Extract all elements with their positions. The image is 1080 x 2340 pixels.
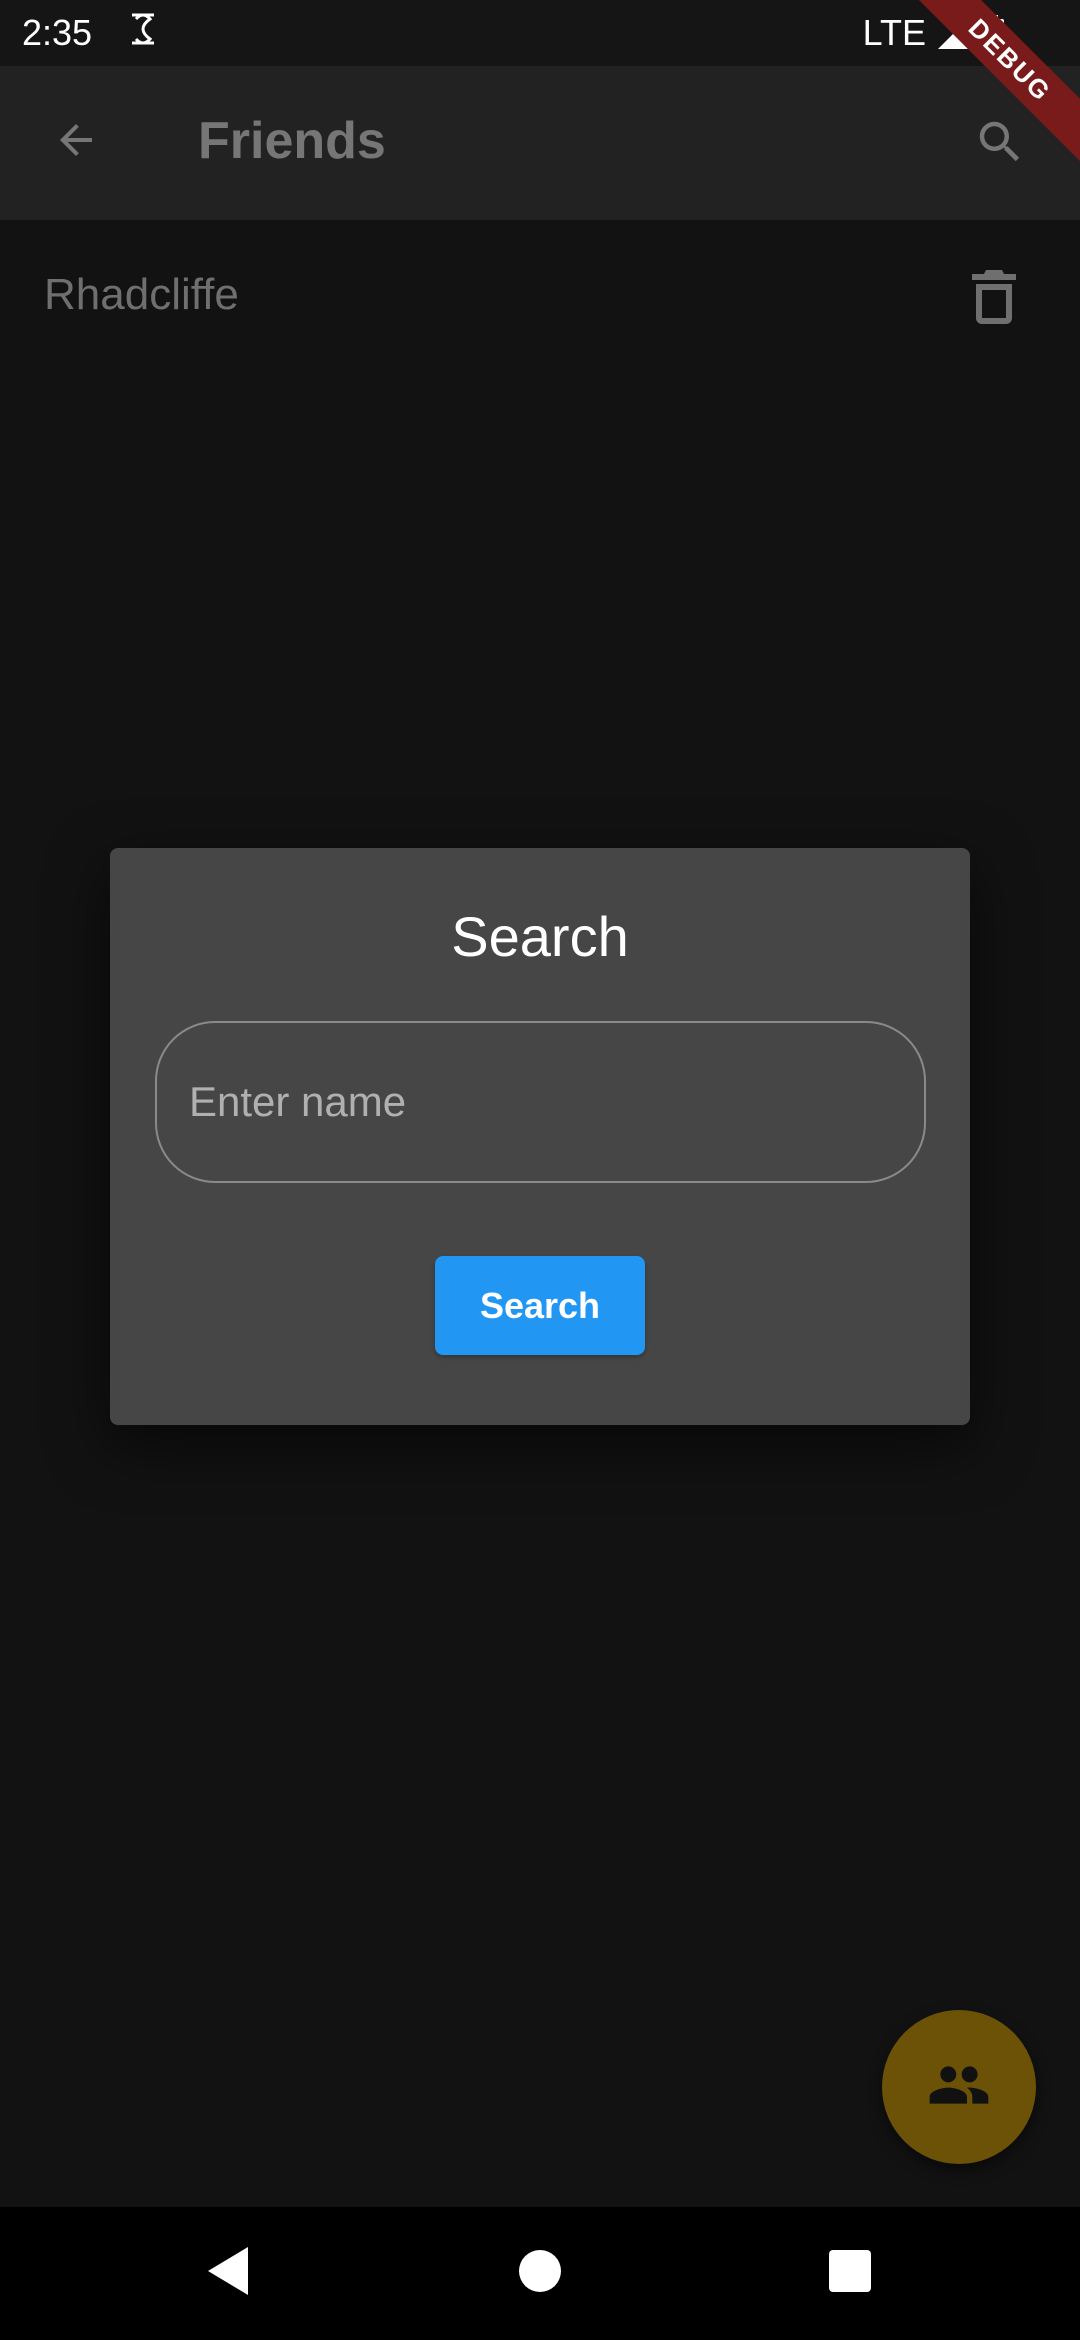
system-nav-bar: [0, 2207, 1080, 2340]
sim-icon: [126, 9, 160, 58]
app-bar: Friends: [0, 66, 1080, 220]
search-button[interactable]: [964, 108, 1036, 180]
screen: 2:35 LTE DEBUG Friends Rhadcliffe Search…: [0, 0, 1080, 2340]
network-label: LTE: [862, 12, 926, 53]
people-icon: [927, 2053, 991, 2122]
nav-home-button[interactable]: [508, 2241, 572, 2305]
list-item[interactable]: Rhadcliffe: [0, 230, 1080, 365]
circle-home-icon: [518, 2249, 562, 2298]
trash-icon: [970, 268, 1018, 329]
search-icon: [973, 115, 1027, 174]
add-friend-fab[interactable]: [882, 2010, 1036, 2164]
delete-button[interactable]: [962, 266, 1026, 330]
search-dialog: Search Search: [110, 848, 970, 1425]
friend-name: Rhadcliffe: [44, 270, 239, 319]
back-button[interactable]: [40, 106, 112, 178]
status-bar: 2:35 LTE: [0, 0, 1080, 66]
page-title: Friends: [198, 112, 386, 170]
square-recents-icon: [828, 2249, 872, 2298]
triangle-back-icon: [204, 2245, 252, 2302]
name-input[interactable]: [155, 1021, 926, 1183]
arrow-left-icon: [52, 116, 100, 169]
nav-recents-button[interactable]: [818, 2241, 882, 2305]
dialog-title: Search: [451, 905, 629, 968]
nav-back-button[interactable]: [196, 2241, 260, 2305]
status-time: 2:35: [22, 12, 93, 53]
search-submit-button[interactable]: Search: [435, 1256, 645, 1355]
